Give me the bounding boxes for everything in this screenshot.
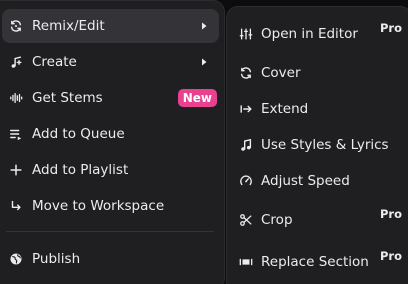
globe-icon <box>8 251 24 267</box>
submenu-item-extend[interactable]: Extend <box>227 92 405 126</box>
main-context-menu: Remix/Edit Create Get Stems New Add to Q… <box>0 0 225 284</box>
submenu-item-crop[interactable]: Crop Pro <box>227 203 405 237</box>
queue-icon <box>8 126 24 142</box>
replace-section-icon <box>238 254 254 270</box>
pro-badge: Pro <box>379 207 402 221</box>
submenu-item-label: Extend <box>261 101 309 117</box>
submenu-item-label: Replace Section <box>261 254 369 270</box>
menu-item-add-to-queue[interactable]: Add to Queue <box>2 117 219 151</box>
sliders-icon <box>238 26 254 42</box>
menu-item-label: Publish <box>32 251 81 267</box>
submenu-item-label: Open in Editor <box>261 26 358 42</box>
menu-item-remix-edit[interactable]: Remix/Edit <box>2 9 219 43</box>
pro-badge: Pro <box>379 21 402 35</box>
submenu-item-label: Cover <box>261 65 301 81</box>
remix-edit-submenu: Open in Editor Pro Cover Extend Use Styl… <box>226 6 408 284</box>
menu-item-label: Add to Playlist <box>32 162 129 178</box>
music-note-icon <box>238 137 254 153</box>
cover-icon <box>238 65 254 81</box>
context-menu-screen: Remix/Edit Create Get Stems New Add to Q… <box>0 0 408 284</box>
submenu-item-cover[interactable]: Cover <box>227 56 405 90</box>
extend-icon <box>238 101 254 117</box>
plus-icon <box>8 162 24 178</box>
submenu-item-use-styles-lyrics[interactable]: Use Styles & Lyrics <box>227 128 405 162</box>
menu-item-publish[interactable]: Publish <box>2 242 219 276</box>
submenu-item-label: Adjust Speed <box>261 173 350 189</box>
menu-item-get-stems[interactable]: Get Stems New <box>2 81 219 115</box>
submenu-item-replace-section[interactable]: Replace Section Pro <box>227 245 405 279</box>
waveform-icon <box>8 90 24 106</box>
scissors-icon <box>238 212 254 228</box>
speed-icon <box>238 173 254 189</box>
move-arrow-icon <box>8 198 24 214</box>
submenu-item-open-in-editor[interactable]: Open in Editor Pro <box>227 17 405 51</box>
new-badge: New <box>177 89 217 107</box>
remix-icon <box>8 18 24 34</box>
menu-item-label: Create <box>32 54 77 70</box>
menu-item-move-to-workspace[interactable]: Move to Workspace <box>2 189 219 223</box>
menu-item-label: Get Stems <box>32 90 103 106</box>
chevron-right-icon <box>197 19 211 33</box>
chevron-right-icon <box>197 55 211 69</box>
submenu-item-label: Crop <box>261 212 293 228</box>
menu-divider <box>6 231 214 232</box>
menu-item-label: Move to Workspace <box>32 198 165 214</box>
submenu-item-adjust-speed[interactable]: Adjust Speed <box>227 164 405 198</box>
menu-item-label: Add to Queue <box>32 126 125 142</box>
pro-badge: Pro <box>379 249 402 263</box>
music-note-plus-icon <box>8 54 24 70</box>
menu-item-label: Remix/Edit <box>32 18 105 34</box>
menu-item-create[interactable]: Create <box>2 45 219 79</box>
menu-item-add-to-playlist[interactable]: Add to Playlist <box>2 153 219 187</box>
submenu-item-label: Use Styles & Lyrics <box>261 137 389 153</box>
